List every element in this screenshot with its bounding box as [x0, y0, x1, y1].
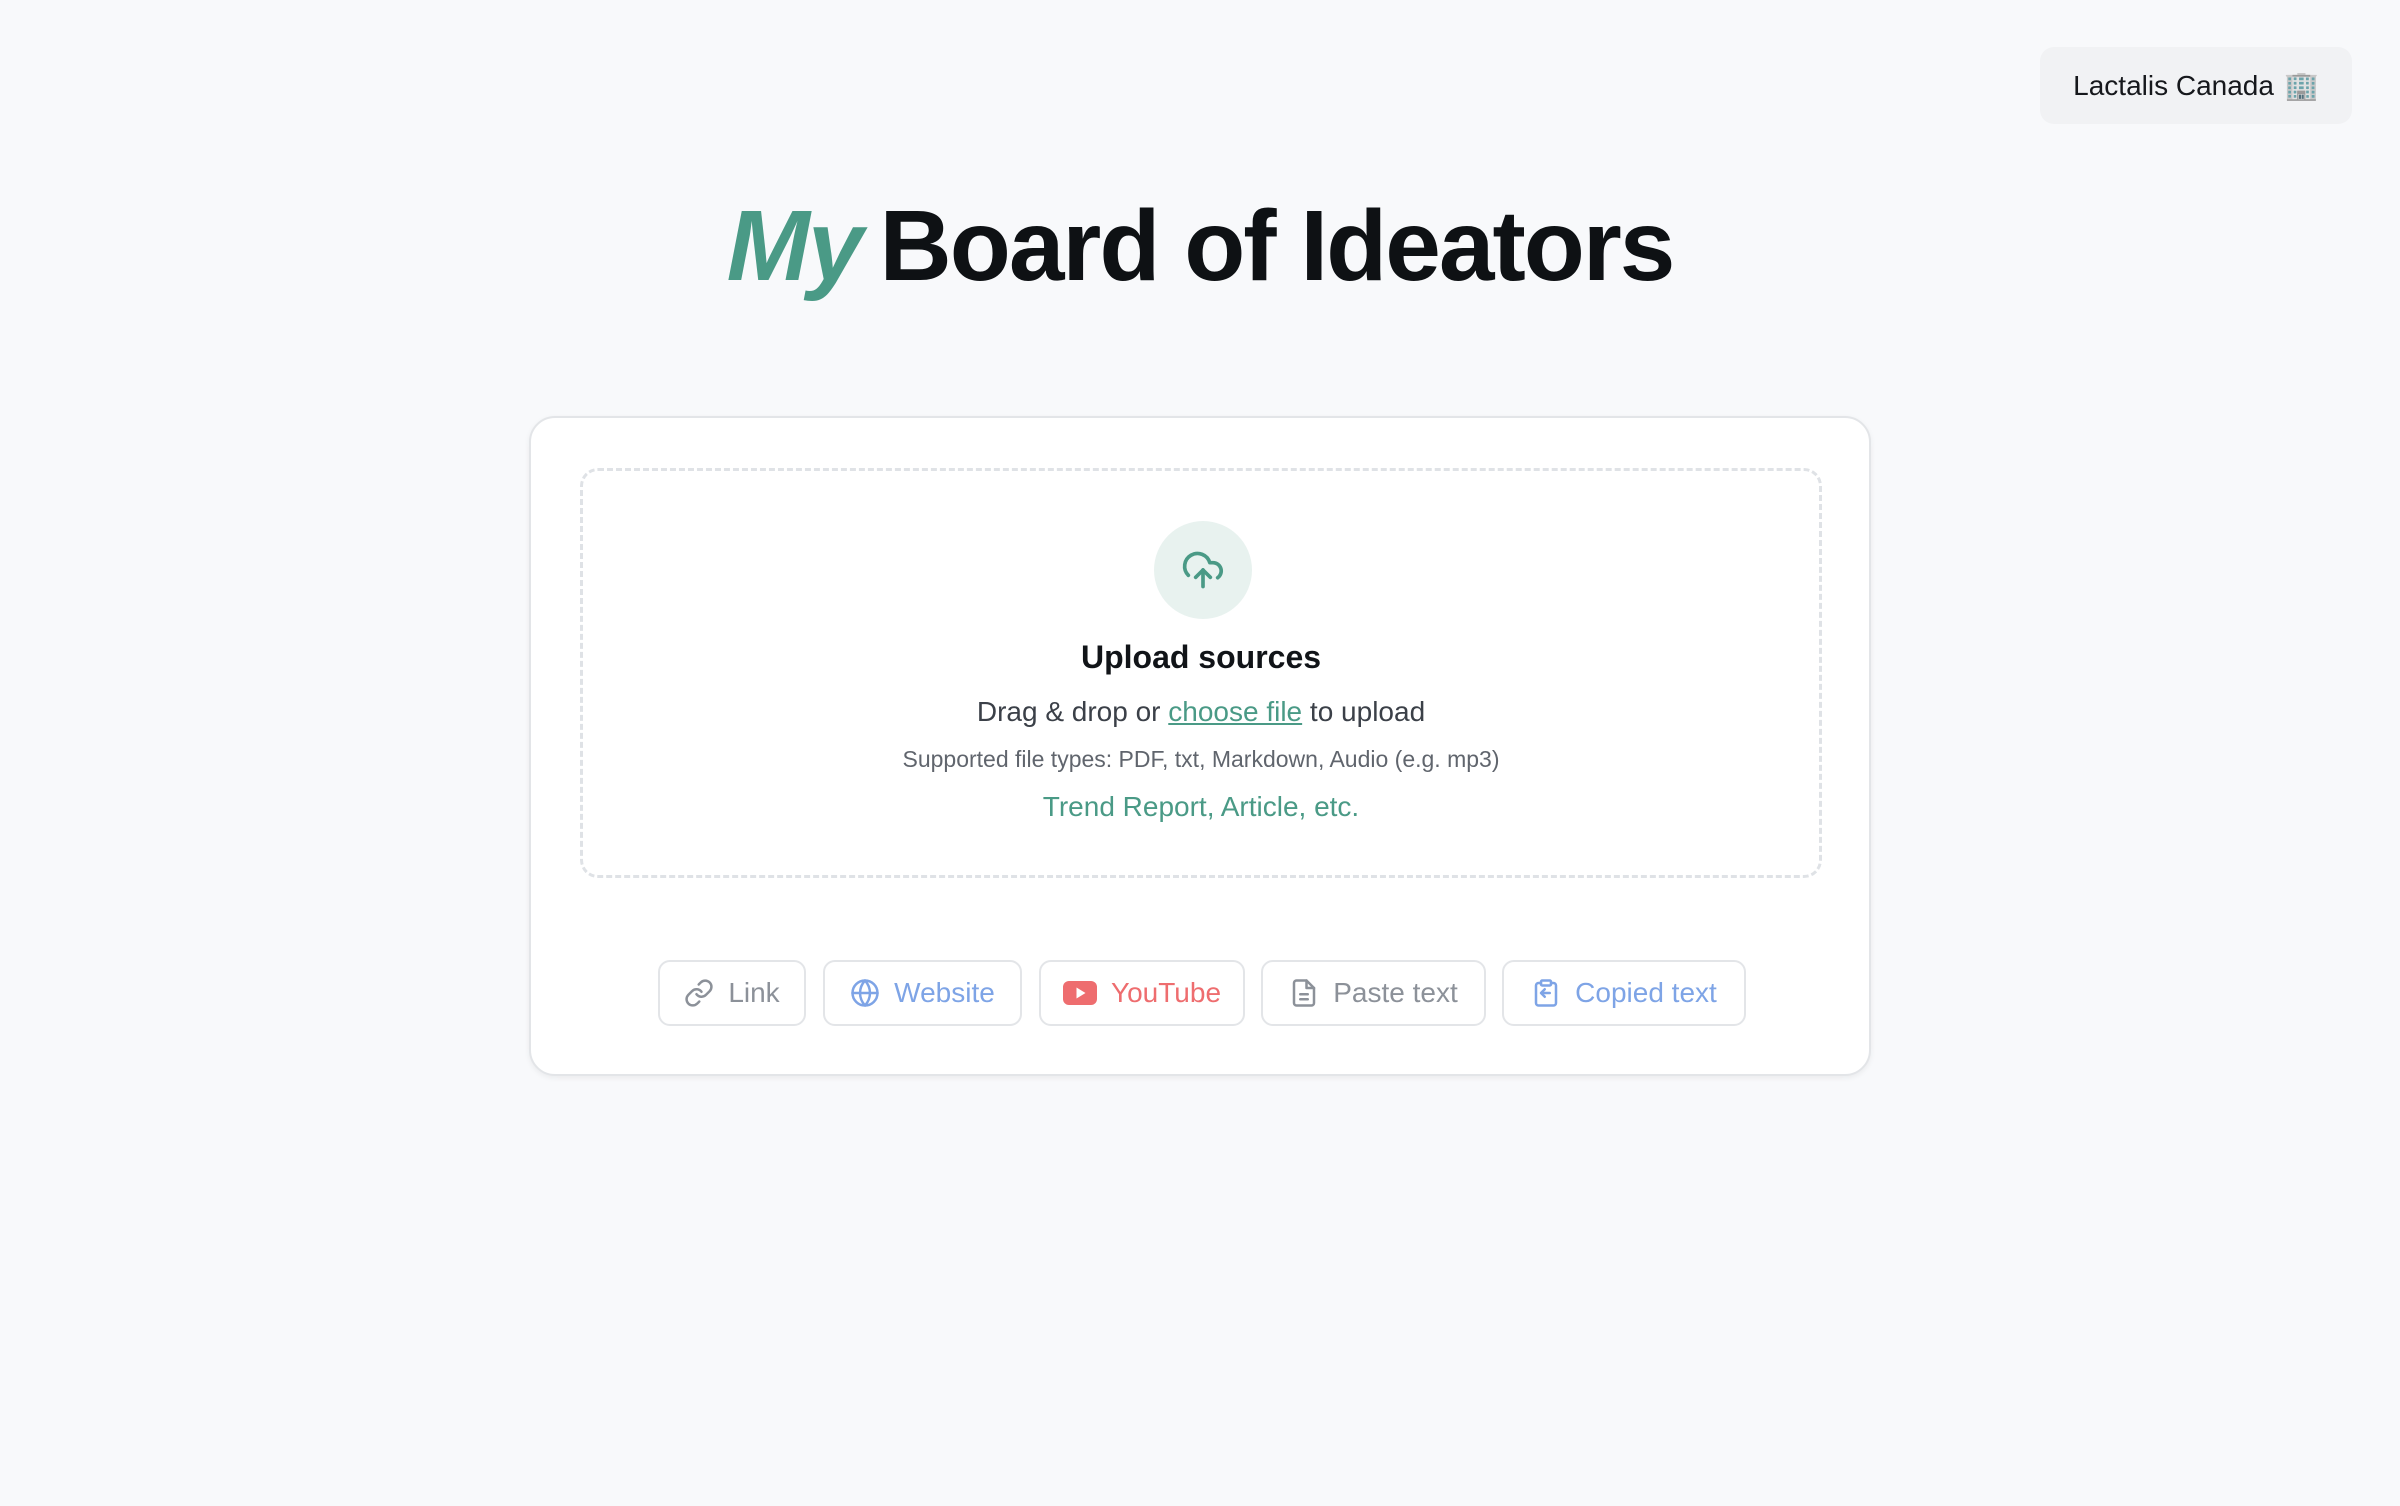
upload-instructions-prefix: Drag & drop or	[976, 696, 1161, 727]
choose-file-link[interactable]: choose file	[1168, 696, 1302, 727]
cloud-upload-icon	[1154, 521, 1252, 619]
upload-instructions: Drag & drop or choose file to upload	[583, 696, 1819, 728]
document-icon	[1292, 979, 1316, 1007]
copied-text-source-label: Copied text	[1575, 977, 1717, 1008]
supported-file-types: Supported file types: PDF, txt, Markdown…	[902, 746, 1500, 772]
link-icon	[685, 979, 713, 1007]
youtube-source-label: YouTube	[1110, 977, 1222, 1008]
website-source-label: Website	[894, 977, 995, 1008]
paste-text-source-label: Paste text	[1333, 977, 1458, 1008]
page-title-text: Board of Ideators	[879, 190, 1676, 302]
upload-card: Upload sources Drag & drop or choose fil…	[529, 416, 1871, 1076]
upload-dropzone[interactable]: Upload sources Drag & drop or choose fil…	[580, 468, 1822, 878]
page-title: My Board of Ideators	[0, 186, 2400, 306]
upload-instructions-suffix: to upload	[1309, 696, 1426, 727]
clipboard-icon	[1534, 979, 1558, 1007]
website-source-button[interactable]: Website	[823, 960, 1022, 1026]
youtube-icon	[1062, 981, 1097, 1005]
upload-examples: Trend Report, Article, etc.	[1042, 791, 1360, 822]
link-source-button[interactable]: Link	[658, 960, 806, 1026]
organization-selector[interactable]: Lactalis Canada 🏢	[2040, 47, 2352, 124]
organization-name: Lactalis Canada	[2073, 69, 2274, 101]
page: Lactalis Canada 🏢 My Board of Ideators Up…	[0, 0, 2400, 1506]
building-icon: 🏢	[2283, 70, 2319, 101]
link-source-label: Link	[728, 977, 780, 1008]
page-title-accent: My	[726, 190, 864, 302]
upload-title: Upload sources	[1080, 639, 1322, 675]
paste-text-source-button[interactable]: Paste text	[1261, 960, 1486, 1026]
globe-icon	[851, 979, 879, 1007]
copied-text-source-button[interactable]: Copied text	[1502, 960, 1746, 1026]
youtube-source-button[interactable]: YouTube	[1039, 960, 1245, 1026]
